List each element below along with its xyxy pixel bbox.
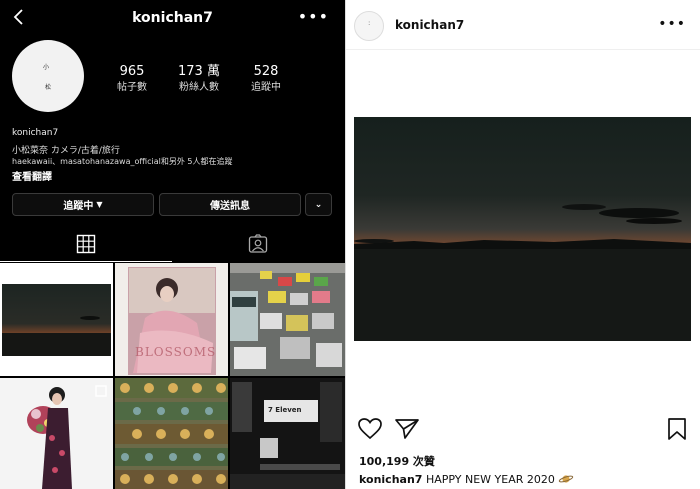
post-caption: konichan7 HAPPY NEW YEAR 2020 [359,473,574,486]
flowers-thumbnail [0,378,113,489]
profile-avatar[interactable]: 小 松 [12,40,84,112]
storefront-thumbnail [230,378,345,489]
grid-post-magazine[interactable]: BLOSSOMS [115,263,228,376]
saturn-icon [559,475,574,483]
bio-text: 小松菜奈 カメラ/古着/旅行 [12,146,120,156]
post-username[interactable]: konichan7 [395,18,464,32]
post-image[interactable] [354,117,691,341]
post-more-button[interactable]: ••• [658,16,686,32]
grid-post-flowers[interactable] [0,378,113,489]
share-button[interactable] [394,417,420,441]
avatar-text-top: 小 [43,64,50,71]
post-avatar-glyph: : [368,19,371,27]
paper-plane-icon [395,419,419,439]
message-button-label: 傳送訊息 [210,201,250,212]
bookmark-icon [668,418,686,440]
traffic-thumbnail [230,263,345,376]
stat-following-label: 追蹤中 [251,82,281,93]
suggested-accounts-button[interactable]: ⌄ [305,193,332,216]
sunset-photo [354,117,691,341]
following-button[interactable]: 追蹤中 ▼ [12,193,154,216]
stat-posts-label: 帖子數 [117,82,147,93]
tab-posts-grid[interactable] [0,226,172,262]
stat-posts-count: 965 [119,64,145,79]
caption-username[interactable]: konichan7 [359,473,422,486]
chevron-down-icon: ▼ [96,200,103,209]
post-screen: : konichan7 ••• 100,199 次贊 konichan7 HAP… [346,0,700,489]
post-header: : konichan7 ••• [346,0,700,50]
temple-tiles-thumbnail [115,378,228,489]
like-button[interactable] [357,417,383,441]
following-button-label: 追蹤中 [63,201,94,212]
stat-followers-label: 粉絲人數 [179,82,219,93]
grid-icon [76,234,96,253]
followed-by-text[interactable]: haekawaii、masatohanazawa_official和另外 5人都… [12,156,232,167]
storefront-sign-text: 7 Eleven [268,406,302,414]
tab-tagged[interactable] [172,226,344,262]
grid-post-sunset[interactable] [0,263,113,376]
magazine-title: BLOSSOMS [135,345,217,359]
ellipsis-icon: ••• [658,16,686,32]
profile-screen: konichan7 ••• 小 松 965 帖子數 173 萬 粉絲人數 528… [0,0,345,489]
stat-followers[interactable]: 173 萬 粉絲人數 [164,64,234,94]
stat-followers-count: 173 萬 [178,64,220,79]
stat-following-count: 528 [253,64,279,79]
tagged-person-icon [248,234,268,253]
heart-icon [358,418,382,440]
magazine-thumbnail [115,263,228,376]
stat-following[interactable]: 528 追蹤中 [231,64,301,94]
chevron-down-icon: ⌄ [314,199,323,210]
profile-more-button[interactable]: ••• [297,7,329,26]
profile-username-title: konichan7 [132,10,213,26]
likes-count[interactable]: 100,199 次贊 [359,453,435,469]
sunset-thumbnail [2,284,111,356]
profile-top-bar: konichan7 ••• [0,0,345,38]
message-button[interactable]: 傳送訊息 [159,193,301,216]
save-button[interactable] [664,417,690,441]
grid-post-traffic[interactable] [230,263,345,376]
caption-text: HAPPY NEW YEAR 2020 [425,473,555,486]
see-translation-link[interactable]: 查看翻譯 [12,168,52,183]
post-avatar[interactable]: : [354,11,384,41]
stat-posts[interactable]: 965 帖子數 [97,64,167,94]
grid-post-tiles[interactable] [115,378,228,489]
avatar-text-bottom: 松 [45,84,52,91]
bio-name: konichan7 [12,128,59,138]
grid-post-storefront[interactable]: 7 Eleven [230,378,345,489]
ellipsis-icon: ••• [297,7,329,26]
